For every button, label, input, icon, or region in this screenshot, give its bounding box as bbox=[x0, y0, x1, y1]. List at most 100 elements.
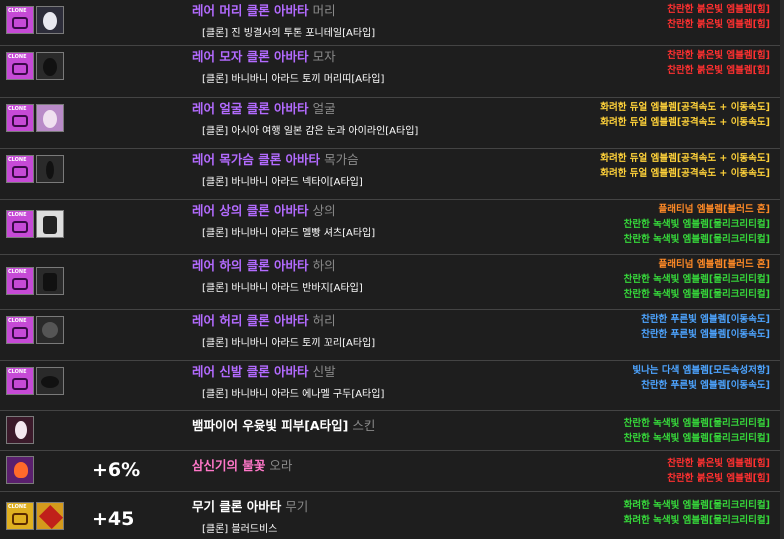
avatar-title: 레어 신발 클론 아바타 신발 bbox=[192, 364, 336, 379]
avatar-row-face[interactable]: CLONE 레어 얼굴 클론 아바타 얼굴 [클론] 아시아 여행 일본 감은 눈… bbox=[0, 98, 784, 149]
emblem-slot: 찬란한 푸른빛 엠블렘[이동속도] bbox=[641, 380, 770, 391]
avatar-row-skin[interactable]: 뱀파이어 우윳빛 피부[A타입] 스킨 찬란한 녹색빛 엠블렘[물리크리티컬] 찬… bbox=[0, 411, 784, 451]
emblem-slot: 찬란한 녹색빛 엠블렘[물리크리티컬] bbox=[623, 289, 770, 300]
icon-group: CLONE bbox=[6, 367, 64, 395]
icon-group: CLONE bbox=[6, 6, 64, 34]
emblem-slot: 찬란한 붉은빛 엠블렘[힘] bbox=[667, 65, 770, 76]
avatar-subtitle: [클론] 바니바니 아라드 에나멜 구두[A타입] bbox=[202, 389, 385, 400]
clone-badge-icon: CLONE bbox=[6, 267, 34, 295]
bunny-tail-item-icon bbox=[36, 316, 64, 344]
weapon-item-icon bbox=[36, 502, 64, 530]
emblem-slot: 찬란한 녹색빛 엠블렘[물리크리티컬] bbox=[623, 219, 770, 230]
avatar-row-belt[interactable]: CLONE 레어 허리 클론 아바타 허리 [클론] 바니바니 아라드 토끼 꼬리… bbox=[0, 310, 784, 361]
emblem-list: 찬란한 붉은빛 엠블렘[힘] 찬란한 붉은빛 엠블렘[힘] bbox=[667, 456, 770, 486]
emblem-list: 화려한 녹색빛 엠블렘[물리크리티컬] 화려한 녹색빛 엠블렘[물리크리티컬] bbox=[624, 498, 770, 528]
clone-badge-icon: CLONE bbox=[6, 502, 34, 530]
avatar-row-pants[interactable]: CLONE 레어 하의 클론 아바타 하의 [클론] 바니바니 아라드 반바지[A… bbox=[0, 255, 784, 310]
emblem-list: 화려한 듀얼 엠블렘[공격속도 + 이동속도] 화려한 듀얼 엠블렘[공격속도 … bbox=[600, 151, 770, 181]
avatar-info: 레어 하의 클론 아바타 하의 [클론] 바니바니 아라드 반바지[A타입] bbox=[192, 257, 363, 294]
avatar-title: 레어 머리 클론 아바타 머리 bbox=[192, 3, 336, 18]
avatar-info: 레어 얼굴 클론 아바타 얼굴 [클론] 아시아 여행 일본 감은 눈과 아이라인… bbox=[192, 100, 418, 137]
emblem-slot: 화려한 듀얼 엠블렘[공격속도 + 이동속도] bbox=[600, 102, 770, 113]
icon-group bbox=[6, 416, 34, 444]
avatar-title: 레어 목가슴 클론 아바타 목가슴 bbox=[192, 152, 359, 167]
face-item-icon bbox=[36, 104, 64, 132]
clone-badge-icon: CLONE bbox=[6, 316, 34, 344]
avatar-subtitle: [클론] 바니바니 아라드 토끼 꼬리[A타입] bbox=[202, 338, 376, 349]
avatar-row-aura[interactable]: +6% 삼신기의 불꽃 오라 찬란한 붉은빛 엠블렘[힘] 찬란한 붉은빛 엠블렘… bbox=[0, 451, 784, 492]
avatar-info: 레어 모자 클론 아바타 모자 [클론] 바니바니 아라드 토끼 머리띠[A타입] bbox=[192, 48, 384, 85]
emblem-slot: 찬란한 붉은빛 엠블렘[힘] bbox=[667, 50, 770, 61]
avatar-title: 삼신기의 불꽃 오라 bbox=[192, 458, 293, 473]
icon-group: CLONE bbox=[6, 267, 64, 295]
emblem-slot: 찬란한 붉은빛 엠블렘[힘] bbox=[667, 473, 770, 484]
avatar-row-neck[interactable]: CLONE 레어 목가슴 클론 아바타 목가슴 [클론] 바니바니 아라드 넥타이… bbox=[0, 149, 784, 200]
shirt-item-icon bbox=[36, 210, 64, 238]
emblem-slot: 찬란한 녹색빛 엠블렘[물리크리티컬] bbox=[623, 274, 770, 285]
vampire-skin-icon bbox=[6, 416, 34, 444]
emblem-list: 플래티넘 엠블렘[블러드 혼] 찬란한 녹색빛 엠블렘[물리크리티컬] 찬란한 … bbox=[624, 257, 770, 302]
avatar-row-shoes[interactable]: CLONE 레어 신발 클론 아바타 신발 [클론] 바니바니 아라드 에나멜 구… bbox=[0, 361, 784, 411]
icon-group: CLONE bbox=[6, 52, 64, 80]
avatar-info: 뱀파이어 우윳빛 피부[A타입] 스킨 bbox=[192, 417, 375, 434]
avatar-row-weapon[interactable]: CLONE +45 무기 클론 아바타 무기 [클론] 블러드비스 화려한 녹색빛… bbox=[0, 492, 784, 539]
emblem-slot: 화려한 녹색빛 엠블렘[물리크리티컬] bbox=[623, 500, 770, 511]
shoes-item-icon bbox=[36, 367, 64, 395]
avatar-row-cap[interactable]: CLONE 레어 모자 클론 아바타 모자 [클론] 바니바니 아라드 토끼 머리… bbox=[0, 46, 784, 98]
clone-badge-icon: CLONE bbox=[6, 104, 34, 132]
avatar-info: 삼신기의 불꽃 오라 bbox=[192, 457, 292, 474]
emblem-slot: 찬란한 녹색빛 엠블렘[물리크리티컬] bbox=[623, 418, 770, 429]
bonus-value: +6% bbox=[92, 459, 141, 481]
icon-group: CLONE bbox=[6, 104, 64, 132]
avatar-row-head[interactable]: CLONE 레어 머리 클론 아바타 머리 [클론] 진 빙결사의 투톤 포니테일… bbox=[0, 0, 784, 46]
avatar-info: 레어 신발 클론 아바타 신발 [클론] 바니바니 아라드 에나멜 구두[A타입] bbox=[192, 363, 384, 400]
icon-group: CLONE bbox=[6, 210, 64, 238]
clone-badge-icon: CLONE bbox=[6, 6, 34, 34]
icon-group bbox=[6, 456, 34, 484]
emblem-list: 찬란한 붉은빛 엠블렘[힘] 찬란한 붉은빛 엠블렘[힘] bbox=[667, 2, 770, 32]
emblem-slot: 찬란한 붉은빛 엠블렘[힘] bbox=[667, 4, 770, 15]
avatar-subtitle: [클론] 아시아 여행 일본 감은 눈과 아이라인[A타입] bbox=[202, 126, 419, 137]
avatar-info: 레어 상의 클론 아바타 상의 [클론] 바니바니 아라드 멜빵 셔츠[A타입] bbox=[192, 202, 375, 239]
emblem-list: 플래티넘 엠블렘[블러드 혼] 찬란한 녹색빛 엠블렘[물리크리티컬] 찬란한 … bbox=[624, 202, 770, 247]
emblem-slot: 화려한 녹색빛 엠블렘[물리크리티컬] bbox=[623, 515, 770, 526]
clone-badge-icon: CLONE bbox=[6, 367, 34, 395]
emblem-list: 찬란한 붉은빛 엠블렘[힘] 찬란한 붉은빛 엠블렘[힘] bbox=[667, 48, 770, 78]
avatar-title: 무기 클론 아바타 무기 bbox=[192, 499, 309, 514]
clone-badge-icon: CLONE bbox=[6, 52, 34, 80]
icon-group: CLONE bbox=[6, 316, 64, 344]
hair-item-icon bbox=[36, 6, 64, 34]
avatar-subtitle: [클론] 진 빙결사의 투톤 포니테일[A타입] bbox=[202, 28, 376, 39]
avatar-subtitle: [클론] 바니바니 아라드 반바지[A타입] bbox=[202, 283, 363, 294]
avatar-row-top[interactable]: CLONE 레어 상의 클론 아바타 상의 [클론] 바니바니 아라드 멜빵 셔츠… bbox=[0, 200, 784, 255]
necktie-item-icon bbox=[36, 155, 64, 183]
avatar-info: 레어 허리 클론 아바타 허리 [클론] 바니바니 아라드 토끼 꼬리[A타입] bbox=[192, 312, 375, 349]
emblem-list: 찬란한 녹색빛 엠블렘[물리크리티컬] 찬란한 녹색빛 엠블렘[물리크리티컬] bbox=[624, 416, 770, 446]
avatar-title: 레어 하의 클론 아바타 하의 bbox=[192, 258, 336, 273]
emblem-slot: 화려한 듀얼 엠블렘[공격속도 + 이동속도] bbox=[600, 153, 770, 164]
avatar-title: 레어 얼굴 클론 아바타 얼굴 bbox=[192, 101, 336, 116]
icon-group: CLONE bbox=[6, 502, 64, 530]
avatar-subtitle: [클론] 바니바니 아라드 멜빵 셔츠[A타입] bbox=[202, 228, 376, 239]
avatar-title: 뱀파이어 우윳빛 피부[A타입] 스킨 bbox=[192, 418, 376, 433]
emblem-slot: 빛나는 다색 엠블렘[모든속성저항] bbox=[632, 365, 770, 376]
avatar-title: 레어 허리 클론 아바타 허리 bbox=[192, 313, 336, 328]
clone-badge-icon: CLONE bbox=[6, 155, 34, 183]
avatar-info: 레어 머리 클론 아바타 머리 [클론] 진 빙결사의 투톤 포니테일[A타입] bbox=[192, 2, 375, 39]
avatar-title: 레어 모자 클론 아바타 모자 bbox=[192, 49, 336, 64]
shorts-item-icon bbox=[36, 267, 64, 295]
emblem-list: 찬란한 푸른빛 엠블렘[이동속도] 찬란한 푸른빛 엠블렘[이동속도] bbox=[641, 312, 770, 342]
icon-group: CLONE bbox=[6, 155, 64, 183]
emblem-slot: 화려한 듀얼 엠블렘[공격속도 + 이동속도] bbox=[600, 117, 770, 128]
scrollbar[interactable] bbox=[780, 0, 784, 539]
emblem-slot: 찬란한 녹색빛 엠블렘[물리크리티컬] bbox=[623, 234, 770, 245]
emblem-slot: 화려한 듀얼 엠블렘[공격속도 + 이동속도] bbox=[600, 168, 770, 179]
emblem-slot: 찬란한 푸른빛 엠블렘[이동속도] bbox=[641, 329, 770, 340]
avatar-subtitle: [클론] 블러드비스 bbox=[202, 524, 278, 535]
emblem-slot: 찬란한 붉은빛 엠블렘[힘] bbox=[667, 19, 770, 30]
emblem-slot: 플래티넘 엠블렘[블러드 혼] bbox=[658, 204, 770, 215]
emblem-list: 화려한 듀얼 엠블렘[공격속도 + 이동속도] 화려한 듀얼 엠블렘[공격속도 … bbox=[600, 100, 770, 130]
avatar-list: CLONE 레어 머리 클론 아바타 머리 [클론] 진 빙결사의 투톤 포니테일… bbox=[0, 0, 784, 539]
aura-flame-icon bbox=[6, 456, 34, 484]
avatar-subtitle: [클론] 바니바니 아라드 넥타이[A타입] bbox=[202, 177, 363, 188]
